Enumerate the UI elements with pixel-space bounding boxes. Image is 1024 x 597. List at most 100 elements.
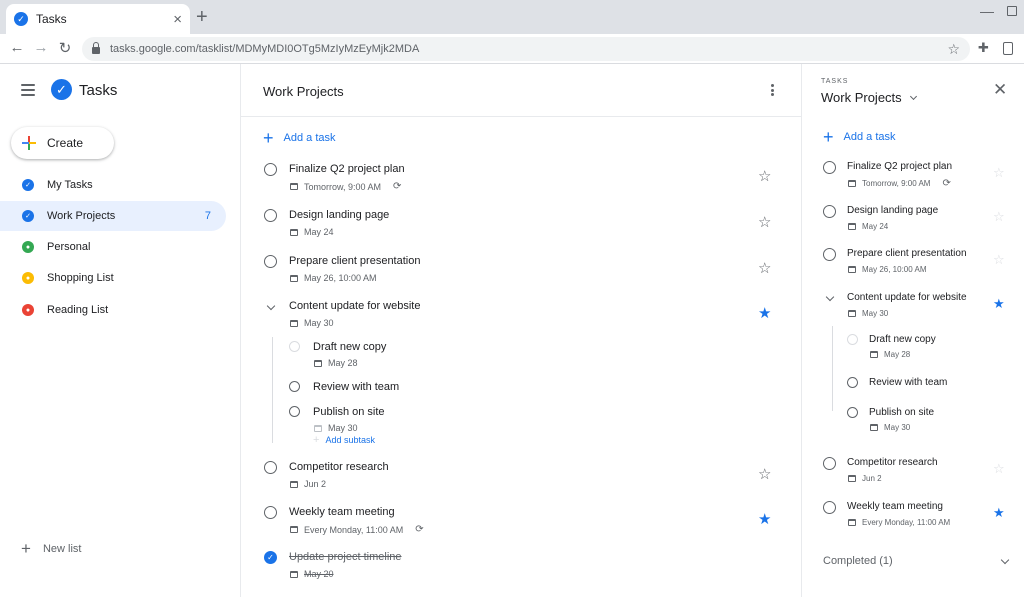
task-title[interactable]: Design landing page xyxy=(289,209,389,221)
star-icon[interactable]: ☆ xyxy=(993,253,1005,266)
star-icon[interactable]: ☆ xyxy=(758,215,771,230)
sidebar-item-shopping-list[interactable]: ● Shopping List xyxy=(0,263,226,293)
task-item[interactable]: Weekly team meeting Every Monday, 11:00 … xyxy=(264,506,784,536)
task-item[interactable]: Content update for website May 30 ★ xyxy=(823,292,1013,320)
task-title[interactable]: Competitor research xyxy=(847,457,938,468)
star-icon[interactable]: ☆ xyxy=(993,210,1005,223)
close-tab-icon[interactable]: × xyxy=(173,12,182,27)
task-checkbox[interactable] xyxy=(264,209,277,222)
task-checkbox[interactable] xyxy=(847,377,858,388)
task-title[interactable]: Publish on site xyxy=(313,406,385,418)
task-title[interactable]: Weekly team meeting xyxy=(847,501,943,512)
task-checkbox[interactable] xyxy=(847,407,858,418)
star-icon[interactable]: ☆ xyxy=(758,169,771,184)
task-title[interactable]: Prepare client presentation xyxy=(847,248,967,259)
maximize-window-icon[interactable] xyxy=(1007,6,1017,16)
task-item[interactable]: Prepare client presentation May 26, 10:0… xyxy=(264,255,784,285)
task-title[interactable]: Review with team xyxy=(313,381,399,393)
subtask-item[interactable]: Publish on site May 30 xyxy=(847,407,1007,435)
task-checkbox[interactable] xyxy=(823,161,836,174)
task-due: May 26, 10:00 AM xyxy=(848,265,926,274)
subtask-item[interactable]: Publish on site May 30 xyxy=(289,406,589,434)
task-title[interactable]: Finalize Q2 project plan xyxy=(289,163,405,175)
task-item[interactable]: Prepare client presentation May 26, 10:0… xyxy=(823,248,1013,276)
task-item[interactable]: Competitor research Jun 2 ☆ xyxy=(823,457,1013,485)
create-button[interactable]: Create xyxy=(11,127,114,159)
minimize-window-icon[interactable]: — xyxy=(980,3,994,19)
task-title[interactable]: Prepare client presentation xyxy=(289,255,420,267)
task-checkbox[interactable] xyxy=(823,457,836,470)
task-item[interactable]: Design landing page May 24 ☆ xyxy=(264,209,784,239)
chevron-down-icon[interactable] xyxy=(266,301,276,311)
close-icon[interactable]: ✕ xyxy=(993,81,1007,98)
star-icon[interactable]: ☆ xyxy=(758,261,771,276)
new-list-button[interactable]: + New list xyxy=(21,540,81,557)
task-item[interactable]: Competitor research Jun 2 ☆ xyxy=(264,461,784,491)
sidebar-item-work-projects[interactable]: ✓ Work Projects 7 xyxy=(0,201,226,231)
app-title: Tasks xyxy=(79,82,118,99)
profile-icon[interactable] xyxy=(1003,42,1013,55)
star-icon[interactable]: ☆ xyxy=(993,166,1005,179)
sidebar-item-reading-list[interactable]: ● Reading List xyxy=(0,295,226,325)
subtask-item[interactable]: Review with team xyxy=(847,377,1007,393)
completed-section-toggle[interactable]: Completed (1) xyxy=(823,555,1010,567)
more-options-icon[interactable] xyxy=(771,84,774,96)
list-selector[interactable]: Work Projects xyxy=(821,90,917,105)
reload-icon[interactable]: ↻ xyxy=(56,39,74,57)
star-icon[interactable]: ☆ xyxy=(993,462,1005,475)
task-title[interactable]: Finalize Q2 project plan xyxy=(847,161,952,172)
add-task-button[interactable]: + Add a task xyxy=(823,128,896,146)
task-checkbox[interactable] xyxy=(823,248,836,261)
bookmark-star-icon[interactable]: ☆ xyxy=(947,41,960,58)
task-title[interactable]: Weekly team meeting xyxy=(289,506,395,518)
task-checkbox[interactable] xyxy=(289,381,300,392)
forward-icon[interactable]: → xyxy=(32,39,50,56)
browser-tab[interactable]: ✓ Tasks × xyxy=(6,4,190,34)
star-icon[interactable]: ★ xyxy=(758,512,771,527)
task-title[interactable]: Publish on site xyxy=(869,407,934,418)
task-checkbox[interactable] xyxy=(264,506,277,519)
task-title[interactable]: Competitor research xyxy=(289,461,389,473)
star-icon[interactable]: ★ xyxy=(993,297,1005,310)
task-item[interactable]: Content update for website May 30 ★ xyxy=(264,300,784,330)
task-checkbox[interactable] xyxy=(264,255,277,268)
task-checkbox[interactable] xyxy=(264,461,277,474)
task-checkbox[interactable] xyxy=(289,406,300,417)
star-icon[interactable]: ☆ xyxy=(758,467,771,482)
task-item[interactable]: Weekly team meeting Every Monday, 11:00 … xyxy=(823,501,1013,529)
new-tab-button[interactable]: + xyxy=(196,7,208,27)
task-checkbox[interactable] xyxy=(264,163,277,176)
task-checkbox[interactable] xyxy=(823,501,836,514)
task-checkbox[interactable] xyxy=(823,205,836,218)
extensions-icon[interactable]: ✚ xyxy=(978,40,989,56)
subtask-item[interactable]: Review with team xyxy=(289,381,589,397)
task-title[interactable]: Review with team xyxy=(869,377,947,388)
back-icon[interactable]: ← xyxy=(8,39,26,56)
url-text[interactable]: tasks.google.com/tasklist/MDMyMDI0OTg5Mz… xyxy=(110,43,947,55)
task-item[interactable]: Finalize Q2 project plan Tomorrow, 9:00 … xyxy=(823,161,1013,189)
task-due: May 30 xyxy=(314,423,358,433)
task-checkbox[interactable] xyxy=(847,334,858,345)
subtask-item[interactable]: Draft new copy May 28 xyxy=(847,334,1007,362)
sidebar-item-my-tasks[interactable]: ✓ My Tasks xyxy=(0,170,226,200)
task-title[interactable]: Content update for website xyxy=(289,300,420,312)
menu-icon[interactable] xyxy=(21,84,35,96)
star-icon[interactable]: ★ xyxy=(993,506,1005,519)
address-bar[interactable]: tasks.google.com/tasklist/MDMyMDI0OTg5Mz… xyxy=(82,37,970,61)
task-item[interactable]: Design landing page May 24 ☆ xyxy=(823,205,1013,233)
add-subtask-button[interactable]: + Add subtask xyxy=(313,434,375,446)
task-checkbox[interactable] xyxy=(289,341,300,352)
subtask-item[interactable]: Draft new copy May 28 xyxy=(289,341,589,369)
star-icon[interactable]: ★ xyxy=(758,306,771,321)
task-title[interactable]: Update project timeline xyxy=(289,551,402,563)
task-title[interactable]: Draft new copy xyxy=(313,341,386,353)
task-item[interactable]: Finalize Q2 project plan Tomorrow, 9:00 … xyxy=(264,163,784,193)
task-title[interactable]: Design landing page xyxy=(847,205,938,216)
sidebar-item-personal[interactable]: ● Personal xyxy=(0,232,226,262)
checked-circle-icon[interactable]: ✓ xyxy=(264,551,277,564)
task-title[interactable]: Content update for website xyxy=(847,292,967,303)
task-title[interactable]: Draft new copy xyxy=(869,334,936,345)
add-task-button[interactable]: + Add a task xyxy=(263,129,336,147)
completed-task-item[interactable]: ✓ Update project timeline May 20 xyxy=(264,551,784,581)
chevron-down-icon[interactable] xyxy=(825,292,835,302)
